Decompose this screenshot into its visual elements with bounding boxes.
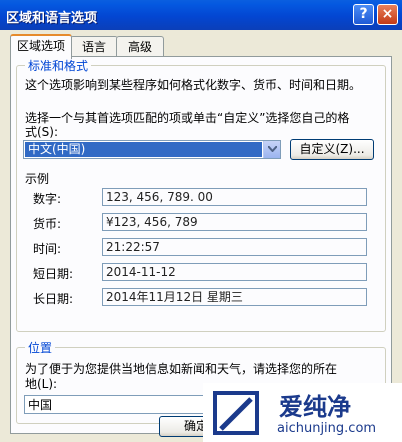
sample-label-currency: 货币: xyxy=(33,217,62,231)
sample-label-time: 时间: xyxy=(33,242,62,256)
location-group-title: 位置 xyxy=(25,339,56,356)
sample-value-currency: ¥123, 456, 789 xyxy=(102,213,367,231)
standards-instruction-line2: 式(S): xyxy=(25,125,59,139)
location-instruction-line1: 为了便于为您提供当地信息如新闻和天气，请选择您的所在 xyxy=(25,362,338,376)
title-bar: 区域和语言选项 ? × xyxy=(0,0,402,30)
standards-group: 标准和格式 这个选项影响到某些程序如何格式化数字、货币、时间和日期。 选择一个与… xyxy=(16,57,386,332)
help-button[interactable]: ? xyxy=(353,4,374,25)
locale-selected-value: 中文(中国) xyxy=(25,142,262,157)
samples-title: 示例 xyxy=(25,172,50,186)
sample-value-time: 21:22:57 xyxy=(102,238,367,256)
standards-group-title: 标准和格式 xyxy=(25,57,92,74)
watermark-url: aichunjing.com xyxy=(277,421,377,436)
watermark-text: 爱纯净 xyxy=(279,393,351,421)
standards-description: 这个选项影响到某些程序如何格式化数字、货币、时间和日期。 xyxy=(25,78,362,92)
standards-instruction-line1: 选择一个与其首选项匹配的项或单击“自定义”选择您自己的格 xyxy=(25,111,350,125)
window-title: 区域和语言选项 xyxy=(6,11,98,26)
tab-panel: 标准和格式 这个选项影响到某些程序如何格式化数字、货币、时间和日期。 选择一个与… xyxy=(10,56,392,434)
chevron-down-icon[interactable] xyxy=(263,141,280,158)
tab-advanced[interactable]: 高级 xyxy=(116,36,164,57)
sample-label-short-date: 短日期: xyxy=(33,267,74,281)
location-selected-value: 中国 xyxy=(28,398,53,412)
sample-label-number: 数字: xyxy=(33,192,62,206)
close-button[interactable]: × xyxy=(377,4,398,25)
locale-dropdown[interactable]: 中文(中国) xyxy=(23,140,281,159)
watermark: 爱纯净 aichunjing.com xyxy=(203,383,402,442)
tab-languages[interactable]: 语言 xyxy=(70,36,118,57)
sample-label-long-date: 长日期: xyxy=(33,292,74,306)
tab-regional-options[interactable]: 区域选项 xyxy=(10,34,72,59)
sample-value-long-date: 2014年11月12日 星期三 xyxy=(102,288,367,306)
dialog-body: 区域选项 语言 高级 标准和格式 这个选项影响到某些程序如何格式化数字、货币、时… xyxy=(4,30,398,442)
customize-button[interactable]: 自定义(Z)... xyxy=(290,139,374,160)
sample-value-short-date: 2014-11-12 xyxy=(102,263,367,281)
location-instruction-line2: 地(L): xyxy=(25,377,58,391)
sample-value-number: 123, 456, 789. 00 xyxy=(102,188,367,206)
watermark-logo-icon xyxy=(213,391,259,435)
